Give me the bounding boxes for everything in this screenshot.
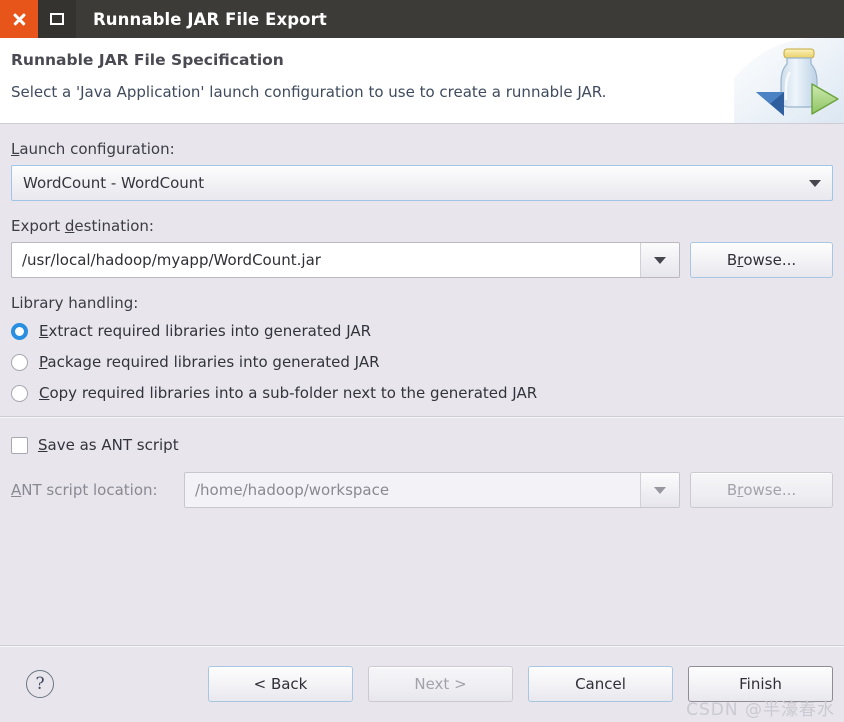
launch-configuration-combo[interactable]: WordCount - WordCount (11, 165, 833, 201)
runnable-jar-export-dialog: Runnable JAR File Export Runnable JAR Fi… (0, 0, 844, 722)
export-destination-browse-button[interactable]: Br owse... (690, 242, 833, 278)
radio-package-libraries[interactable]: Package required libraries into generate… (11, 352, 833, 372)
launch-configuration-value: WordCount - WordCount (23, 174, 205, 192)
launch-configuration-label-text: aunch configuration: (19, 140, 175, 158)
dialog-body: Launch configuration: WordCount - WordCo… (0, 124, 844, 645)
cancel-button[interactable]: Cancel (528, 666, 673, 702)
export-destination-input[interactable]: /usr/local/hadoop/myapp/WordCount.jar (11, 242, 680, 278)
ant-browse-post: owse... (743, 481, 797, 499)
jar-export-icon (734, 38, 844, 123)
radio-copy-mnemonic: C (39, 384, 50, 402)
maximize-icon (50, 13, 64, 25)
page-title: Runnable JAR File Specification (11, 51, 284, 69)
ant-location-mnemonic: A (11, 481, 22, 499)
export-destination-mnemonic: d (64, 217, 75, 235)
export-destination-label-pre: Export (11, 217, 65, 235)
ant-location-text: NT script location: (21, 481, 158, 499)
maximize-button[interactable] (38, 0, 76, 38)
back-button[interactable]: < Back (208, 666, 353, 702)
ant-script-location-value: /home/hadoop/workspace (195, 481, 390, 499)
ant-script-location-label: ANT script location: (11, 481, 174, 499)
radio-copy-libraries[interactable]: Copy required libraries into a sub-folde… (11, 383, 833, 403)
page-description: Select a 'Java Application' launch confi… (11, 83, 607, 101)
browse-label-pre: B (726, 251, 738, 269)
save-as-ant-script-label: Save as ANT script (38, 436, 179, 454)
export-destination-dropdown-button[interactable] (640, 243, 679, 277)
export-destination-label-post: estination: (74, 217, 154, 235)
export-destination-label: Export destination: (11, 217, 833, 235)
save-as-ant-script-checkbox[interactable] (11, 436, 28, 454)
close-button[interactable] (0, 0, 38, 38)
export-destination-value: /usr/local/hadoop/myapp/WordCount.jar (22, 251, 321, 269)
launch-configuration-dropdown-button[interactable] (798, 179, 832, 187)
radio-copy-text: opy required libraries into a sub-folder… (49, 384, 538, 402)
radio-extract-libraries[interactable]: Extract required libraries into generate… (11, 321, 833, 341)
radio-package-indicator (11, 353, 28, 371)
ant-script-location-dropdown-button[interactable] (640, 473, 679, 507)
ant-browse-pre: B (726, 481, 738, 499)
browse-label-post: owse... (743, 251, 797, 269)
radio-copy-label: Copy required libraries into a sub-folde… (39, 384, 537, 402)
dialog-header: Runnable JAR File Specification Select a… (0, 38, 844, 124)
save-as-ant-script-checkbox-row[interactable]: Save as ANT script (11, 435, 833, 455)
save-ant-mnemonic: S (38, 436, 48, 454)
chevron-down-icon (809, 179, 821, 187)
radio-extract-indicator (11, 322, 28, 340)
export-destination-row: /usr/local/hadoop/myapp/WordCount.jar Br… (11, 242, 833, 278)
library-handling-label: Library handling: (11, 294, 139, 312)
window-title: Runnable JAR File Export (93, 9, 327, 29)
divider (0, 416, 844, 418)
radio-package-text: ackage required libraries into generated… (47, 353, 380, 371)
window-controls (0, 0, 76, 38)
launch-configuration-label: Launch configuration: (11, 140, 833, 158)
help-question-icon[interactable]: ? (26, 670, 54, 698)
ant-script-location-input[interactable]: /home/hadoop/workspace (184, 472, 680, 508)
ant-script-location-row: ANT script location: /home/hadoop/worksp… (11, 472, 833, 508)
save-ant-text: ave as ANT script (47, 436, 179, 454)
dialog-footer: ? < Back Next > Cancel Finish CSDN @半濠春水 (0, 645, 844, 722)
title-bar: Runnable JAR File Export (0, 0, 844, 38)
next-button[interactable]: Next > (368, 666, 513, 702)
radio-extract-text: xtract required libraries into generated… (48, 322, 372, 340)
ant-script-browse-button[interactable]: Br owse... (690, 472, 833, 508)
watermark: CSDN @半濠春水 (686, 700, 835, 720)
chevron-down-icon (654, 256, 666, 264)
chevron-down-icon (654, 486, 666, 494)
radio-copy-indicator (11, 384, 28, 402)
radio-package-label: Package required libraries into generate… (39, 353, 380, 371)
radio-extract-label: Extract required libraries into generate… (39, 322, 371, 340)
close-icon (12, 12, 27, 27)
